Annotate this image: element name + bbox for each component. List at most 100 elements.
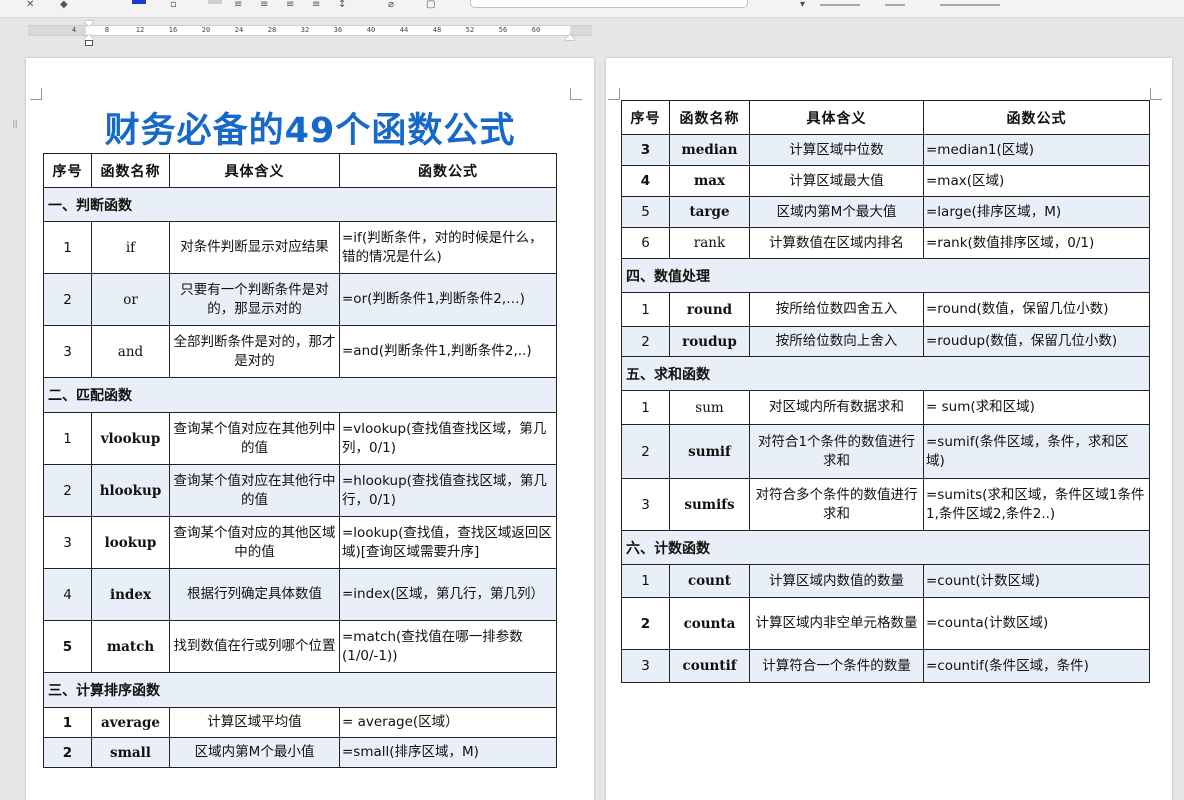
function-meaning[interactable]: 找到数值在行或列哪个位置 [169,620,340,673]
row-number[interactable]: 1 [621,564,670,598]
function-name[interactable]: round [669,292,750,327]
section-heading[interactable]: 三、计算排序函数 [43,672,557,708]
function-name[interactable]: sumif [669,424,750,479]
function-name[interactable]: counta [669,597,750,650]
function-name[interactable]: match [91,620,170,673]
function-formula[interactable]: = average(区域） [339,707,557,738]
function-formula[interactable]: =roudup(数值，保留几位小数) [923,326,1150,357]
row-number[interactable]: 3 [621,649,670,683]
function-meaning[interactable]: 只要有一个判断条件是对的，那显示对的 [169,273,340,326]
row-number[interactable]: 1 [621,292,670,327]
format-painter-icon[interactable]: ◆ [60,0,68,10]
function-meaning[interactable]: 查询某个值对应的其他区域中的值 [169,516,340,569]
function-formula[interactable]: =large(排序区域，M) [923,196,1150,228]
row-number[interactable]: 3 [621,478,670,531]
function-name[interactable]: hlookup [91,464,170,517]
row-number[interactable]: 2 [621,326,670,357]
function-formula[interactable]: =hlookup(查找值查找区域，第几行，0/1) [339,464,557,517]
function-name[interactable]: count [669,564,750,598]
function-name[interactable]: average [91,707,170,738]
function-meaning[interactable]: 按所给位数向上舍入 [749,326,924,357]
first-line-indent-marker[interactable] [84,21,94,27]
row-number[interactable]: 1 [43,412,92,465]
row-number[interactable]: 6 [621,227,670,259]
section-heading[interactable]: 六、计数函数 [621,530,1150,565]
col-no-header[interactable]: 序号 [621,100,670,135]
row-number[interactable]: 4 [621,165,670,197]
horizontal-ruler[interactable]: 4 8 12 16 20 24 28 32 36 40 44 48 52 56 60 [28,21,592,46]
function-formula[interactable]: =countif(条件区域，条件) [923,649,1150,683]
function-formula[interactable]: =index(区域，第几行，第几列） [339,568,557,621]
function-meaning[interactable]: 全部判断条件是对的，那才是对的 [169,325,340,378]
function-formula[interactable]: =sumif(条件区域，条件，求和区域) [923,424,1150,479]
function-name[interactable]: vlookup [91,412,170,465]
function-meaning[interactable]: 计算区域最大值 [749,165,924,197]
row-number[interactable]: 2 [43,464,92,517]
document-page-2[interactable]: 序号 函数名称 具体含义 函数公式 3 median 计算区域中位数 =median1(区域)… [606,58,1172,800]
align-center-icon[interactable]: ≡ [234,0,242,10]
function-meaning[interactable]: 对符合1个条件的数值进行求和 [749,424,924,479]
function-formula[interactable]: =if(判断条件，对的时候是什么，错的情况是什么) [339,221,557,274]
function-meaning[interactable]: 计算数值在区域内排名 [749,227,924,259]
undo-icon[interactable]: ✕ [26,0,34,10]
function-formula[interactable]: = sum(求和区域) [923,390,1150,425]
row-number[interactable]: 5 [621,196,670,228]
function-meaning[interactable]: 查询某个值对应在其他列中的值 [169,412,340,465]
function-name[interactable]: lookup [91,516,170,569]
row-number[interactable]: 4 [43,568,92,621]
function-formula[interactable]: =vlookup(查找值查找区域，第几列，0/1) [339,412,557,465]
section-heading[interactable]: 一、判断函数 [43,187,557,222]
document-page-1[interactable]: 财务必备的49个函数公式 序号 函数名称 具体含义 函数公式 一、判断函数 1 if 对条件判… [26,58,594,800]
function-name[interactable]: targe [669,196,750,228]
function-meaning[interactable]: 计算区域平均值 [169,707,340,738]
section-heading[interactable]: 四、数值处理 [621,258,1150,293]
function-name[interactable]: small [91,737,170,768]
justify-icon[interactable]: ≡ [286,0,294,10]
function-formula[interactable]: =round(数值，保留几位小数) [923,292,1150,327]
col-formula-header[interactable]: 函数公式 [339,153,557,188]
function-meaning[interactable]: 计算区域内数值的数量 [749,564,924,598]
style-gallery[interactable] [470,0,748,8]
border-icon[interactable]: ▢ [426,0,435,10]
function-formula[interactable]: =count(计数区域) [923,564,1150,598]
function-formula[interactable]: =match(查找值在哪一排参数(1/0/-1)) [339,620,557,673]
function-formula[interactable]: =or(判断条件1,判断条件2,…) [339,273,557,326]
function-name[interactable]: median [669,134,750,166]
chevron-down-icon[interactable]: ▾ [800,0,805,10]
function-meaning[interactable]: 计算符合一个条件的数量 [749,649,924,683]
align-right-icon[interactable]: ≡ [260,0,268,10]
function-name[interactable]: sum [669,390,750,425]
highlight-icon[interactable]: ▫ [170,0,177,10]
col-name-header[interactable]: 函数名称 [669,100,750,135]
table-drag-handle-icon[interactable]: ⁞⁞ [12,119,22,137]
distribute-icon[interactable]: ≡ [312,0,320,10]
col-meaning-header[interactable]: 具体含义 [169,153,340,188]
section-heading[interactable]: 二、匹配函数 [43,377,557,413]
function-meaning[interactable]: 查询某个值对应在其他行中的值 [169,464,340,517]
function-meaning[interactable]: 区域内第M个最小值 [169,737,340,768]
function-name[interactable]: if [91,221,170,274]
function-meaning[interactable]: 根据行列确定具体数值 [169,568,340,621]
align-left-icon[interactable] [208,0,222,4]
function-meaning[interactable]: 按所给位数四舍五入 [749,292,924,327]
function-name[interactable]: sumifs [669,478,750,531]
right-indent-marker[interactable] [565,34,575,40]
row-number[interactable]: 2 [621,597,670,650]
row-number[interactable]: 1 [621,390,670,425]
function-name[interactable]: and [91,325,170,378]
function-meaning[interactable]: 对符合多个条件的数值进行求和 [749,478,924,531]
function-meaning[interactable]: 对条件判断显示对应结果 [169,221,340,274]
function-formula[interactable]: =median1(区域) [923,134,1150,166]
line-spacing-icon[interactable]: ↕ [338,0,346,10]
function-meaning[interactable]: 计算区域内非空单元格数量 [749,597,924,650]
function-formula[interactable]: =max(区域) [923,165,1150,197]
function-name[interactable]: rank [669,227,750,259]
function-name[interactable]: max [669,165,750,197]
row-number[interactable]: 3 [43,325,92,378]
row-number[interactable]: 2 [43,273,92,326]
function-formula[interactable]: =lookup(查找值，查找区域返回区域)[查询区域需要升序] [339,516,557,569]
row-number[interactable]: 1 [43,221,92,274]
function-name[interactable]: or [91,273,170,326]
function-meaning[interactable]: 对区域内所有数据求和 [749,390,924,425]
col-no-header[interactable]: 序号 [43,153,92,188]
